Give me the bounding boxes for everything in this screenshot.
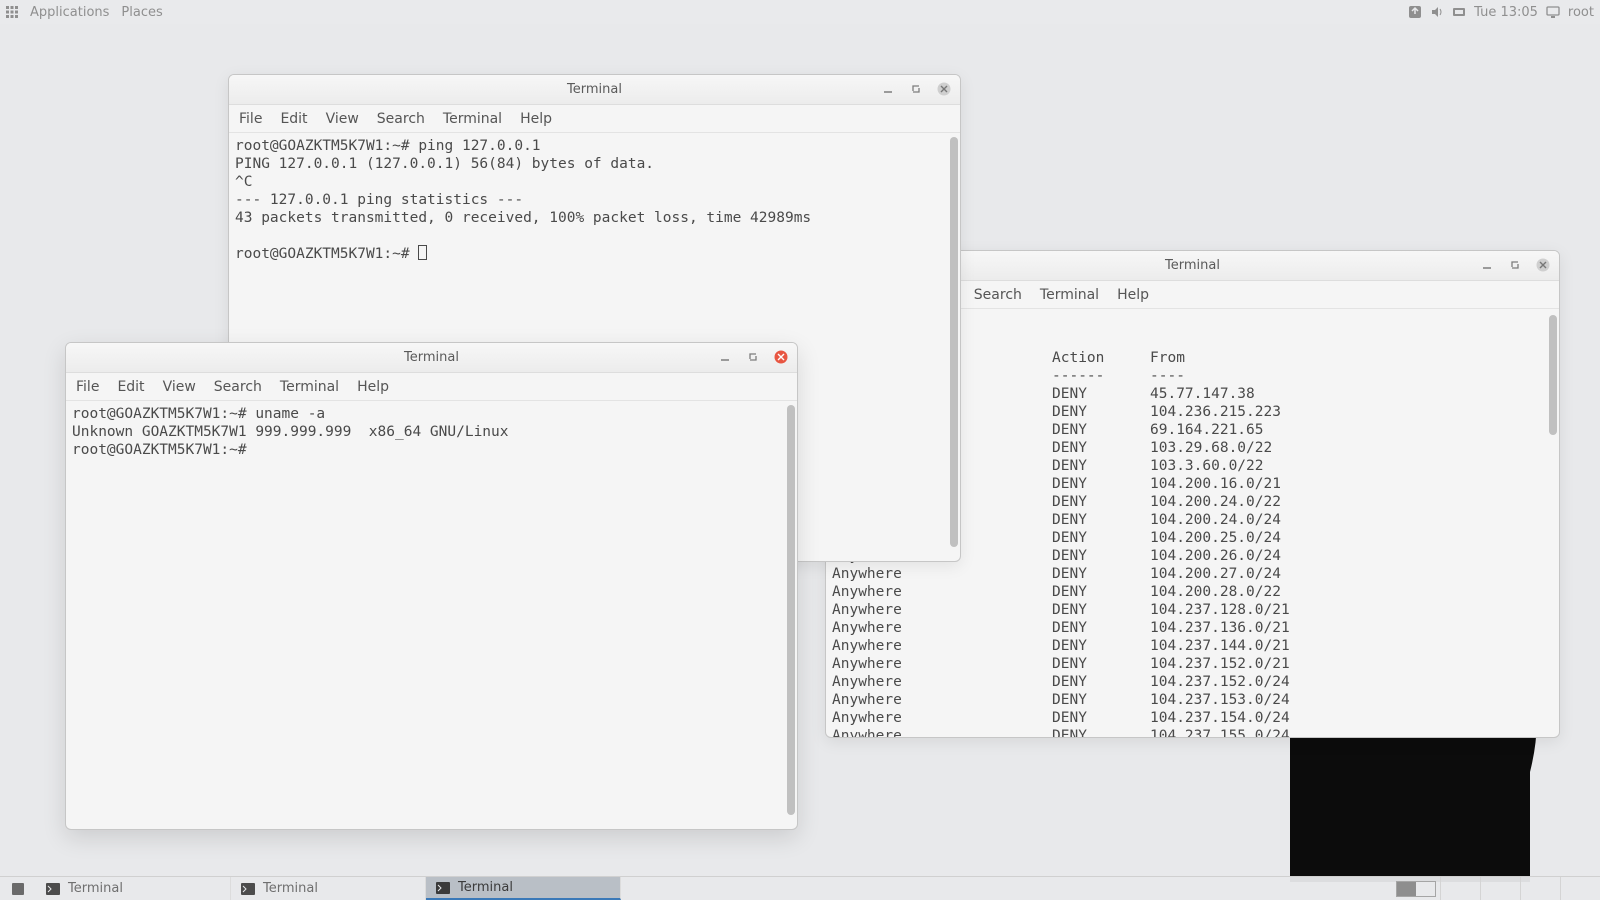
terminal-window-uname[interactable]: Terminal File Edit View Search Terminal … — [65, 342, 798, 830]
places-menu[interactable]: Places — [121, 5, 162, 20]
menu-file[interactable]: File — [76, 379, 99, 395]
tray-slot[interactable] — [1480, 877, 1520, 900]
menu-terminal[interactable]: Terminal — [280, 379, 339, 395]
menu-edit[interactable]: Edit — [117, 379, 144, 395]
window-title: Terminal — [404, 350, 459, 365]
scroll-thumb[interactable] — [787, 405, 795, 815]
scroll-thumb[interactable] — [1549, 315, 1557, 435]
minimize-button[interactable] — [715, 347, 735, 367]
workspace-switcher[interactable] — [1396, 881, 1436, 897]
tray-slot[interactable] — [1440, 877, 1480, 900]
menu-search[interactable]: Search — [974, 287, 1022, 303]
taskbar-item-label: Terminal — [458, 880, 513, 895]
show-desktop-button[interactable] — [0, 877, 36, 900]
maximize-button[interactable] — [743, 347, 763, 367]
network-icon[interactable] — [1452, 5, 1466, 19]
window-title: Terminal — [1165, 258, 1220, 273]
minimize-button[interactable] — [878, 79, 898, 99]
scrollbar[interactable] — [950, 133, 958, 561]
close-button[interactable] — [1533, 255, 1553, 275]
close-button[interactable] — [934, 79, 954, 99]
menu-view[interactable]: View — [326, 111, 359, 127]
applications-menu[interactable]: Applications — [30, 5, 109, 20]
window-title: Terminal — [567, 82, 622, 97]
volume-icon[interactable] — [1430, 5, 1444, 19]
maximize-button[interactable] — [906, 79, 926, 99]
workspace-2[interactable] — [1416, 882, 1435, 896]
menu-help[interactable]: Help — [520, 111, 552, 127]
close-button[interactable] — [771, 347, 791, 367]
menu-view[interactable]: View — [163, 379, 196, 395]
taskbar-item-terminal-1[interactable]: Terminal — [36, 877, 231, 900]
top-panel: Applications Places Tue 13:05 root — [0, 0, 1600, 24]
scroll-thumb[interactable] — [950, 137, 958, 547]
menu-terminal[interactable]: Terminal — [443, 111, 502, 127]
titlebar[interactable]: Terminal — [66, 343, 797, 373]
menu-help[interactable]: Help — [1117, 287, 1149, 303]
menu-search[interactable]: Search — [377, 111, 425, 127]
scrollbar[interactable] — [787, 401, 795, 829]
taskbar-item-label: Terminal — [68, 881, 123, 896]
terminal-output[interactable]: root@GOAZKTM5K7W1:~# uname -a Unknown GO… — [66, 401, 797, 829]
updates-icon[interactable] — [1408, 5, 1422, 19]
taskbar: Terminal Terminal Terminal — [0, 876, 1600, 900]
user-label[interactable]: root — [1568, 5, 1594, 20]
titlebar[interactable]: Terminal — [229, 75, 960, 105]
menubar: File Edit View Search Terminal Help — [66, 373, 797, 401]
taskbar-item-terminal-2[interactable]: Terminal — [231, 877, 426, 900]
menu-help[interactable]: Help — [357, 379, 389, 395]
menu-edit[interactable]: Edit — [280, 111, 307, 127]
monitor-icon[interactable] — [1546, 5, 1560, 19]
menu-terminal[interactable]: Terminal — [1040, 287, 1099, 303]
tray-slot[interactable] — [1560, 877, 1600, 900]
clock[interactable]: Tue 13:05 — [1474, 5, 1538, 20]
taskbar-item-label: Terminal — [263, 881, 318, 896]
minimize-button[interactable] — [1477, 255, 1497, 275]
apps-grid-icon[interactable] — [6, 6, 18, 18]
maximize-button[interactable] — [1505, 255, 1525, 275]
scrollbar[interactable] — [1549, 309, 1557, 737]
workspace-1[interactable] — [1397, 882, 1416, 896]
menu-file[interactable]: File — [239, 111, 262, 127]
menubar: File Edit View Search Terminal Help — [229, 105, 960, 133]
tray-slot[interactable] — [1520, 877, 1560, 900]
taskbar-item-terminal-3[interactable]: Terminal — [426, 877, 621, 900]
menu-search[interactable]: Search — [214, 379, 262, 395]
